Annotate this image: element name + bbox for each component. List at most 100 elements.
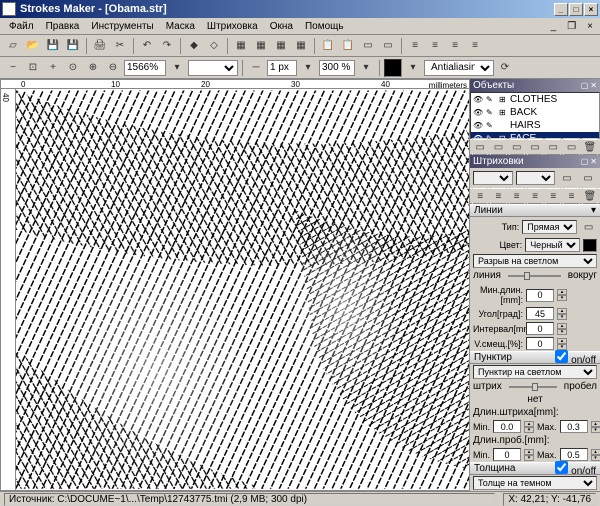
layer-row[interactable]: 👁✎HAIRS	[471, 119, 599, 132]
panel-close-icon[interactable]: ✕	[590, 81, 597, 90]
thick-select[interactable]: Толще на темном	[473, 476, 597, 490]
expand-icon[interactable]: ⊞	[499, 95, 507, 104]
stroke-sel2[interactable]	[516, 171, 556, 185]
hatch4-icon[interactable]: ≡	[466, 37, 484, 55]
layer-row[interactable]: 👁✎⊞CLOTHES	[471, 93, 599, 106]
lock-icon[interactable]: ✎	[486, 95, 496, 104]
tool2-icon[interactable]: ◇	[205, 37, 223, 55]
zoom-area-icon[interactable]: ⊖	[104, 59, 122, 77]
color-select[interactable]: Черный	[525, 238, 580, 252]
swatch-drop-icon[interactable]: ▾	[404, 59, 422, 77]
stroke-save-icon[interactable]: ▭	[579, 169, 597, 187]
tool-icon[interactable]: ◆	[185, 37, 203, 55]
obj-btn6-icon[interactable]: ▭	[563, 138, 579, 156]
str-btn-icon[interactable]: ≡	[563, 187, 579, 205]
layer3-icon[interactable]: ▦	[272, 37, 290, 55]
collapse-icon[interactable]: ▾	[591, 205, 596, 216]
dash-min-input[interactable]	[493, 420, 521, 433]
mdi-restore-button[interactable]: ❐	[562, 20, 581, 33]
minlen-input[interactable]	[526, 289, 554, 302]
layer1-icon[interactable]: ▦	[232, 37, 250, 55]
layer-list[interactable]: 👁✎⊞CLOTHES👁✎⊞BACK👁✎HAIRS👁✎⊟FACE👁✎Плоскос…	[470, 92, 600, 139]
save-as-icon[interactable]: 💾	[64, 37, 82, 55]
mask1-icon[interactable]: ▭	[359, 37, 377, 55]
type-select[interactable]: Прямая	[522, 220, 577, 234]
menu-file[interactable]: Файл	[4, 20, 39, 33]
onoff-checkbox[interactable]	[555, 461, 568, 474]
paste-icon[interactable]: 📋	[339, 37, 357, 55]
spin-down-icon[interactable]: ▾	[524, 427, 534, 433]
angle-input[interactable]	[526, 307, 554, 320]
spin-down-icon[interactable]: ▾	[557, 329, 567, 335]
menu-hatch[interactable]: Штриховка	[202, 20, 263, 33]
panel-close-icon[interactable]: ✕	[590, 157, 597, 166]
lock-icon[interactable]: ✎	[486, 121, 496, 130]
obj-btn1-icon[interactable]: ▭	[472, 138, 488, 156]
obj-btn3-icon[interactable]: ▭	[509, 138, 525, 156]
copy-icon[interactable]: 📋	[319, 37, 337, 55]
minimize-button[interactable]: _	[554, 3, 568, 16]
obj-btn5-icon[interactable]: ▭	[545, 138, 561, 156]
panel-collapse-icon[interactable]: ▢	[581, 81, 589, 90]
layer-row[interactable]: 👁✎⊞BACK	[471, 106, 599, 119]
stroke-load-icon[interactable]: ▭	[558, 169, 576, 187]
save-icon[interactable]: 💾	[44, 37, 62, 55]
pct-input[interactable]	[319, 60, 355, 76]
obj-del-icon[interactable]: 🗑	[582, 138, 598, 156]
break-select[interactable]: Разрыв на светлом	[473, 254, 597, 268]
spin-down-icon[interactable]: ▾	[557, 314, 567, 320]
preset-select[interactable]	[188, 60, 238, 76]
zoom-in-icon[interactable]: +	[44, 59, 62, 77]
menu-tools[interactable]: Инструменты	[86, 20, 158, 33]
cut-icon[interactable]: ✂	[111, 37, 129, 55]
menu-help[interactable]: Помощь	[300, 20, 349, 33]
print-icon[interactable]: 🖨	[91, 37, 109, 55]
refresh-icon[interactable]: ⟳	[496, 59, 514, 77]
zoom-out-icon[interactable]: −	[4, 59, 22, 77]
canvas[interactable]	[16, 89, 469, 490]
mdi-close-button[interactable]: ×	[582, 20, 598, 33]
aa-select[interactable]: Antialiasing	[424, 60, 494, 76]
str-btn-icon[interactable]: ≡	[472, 187, 488, 205]
color-swatch-icon[interactable]	[384, 59, 402, 77]
zoom-dropdown-icon[interactable]: ▾	[168, 59, 186, 77]
lock-icon[interactable]: ✎	[486, 108, 496, 117]
panel-collapse-icon[interactable]: ▢	[581, 157, 589, 166]
stroke-sel1[interactable]	[473, 171, 513, 185]
line-icon[interactable]: ─	[247, 59, 265, 77]
interval-input[interactable]	[526, 322, 554, 335]
mask2-icon[interactable]: ▭	[379, 37, 397, 55]
menu-mask[interactable]: Маска	[161, 20, 200, 33]
spin-down-icon[interactable]: ▾	[591, 427, 600, 433]
obj-btn4-icon[interactable]: ▭	[527, 138, 543, 156]
hatch3-icon[interactable]: ≡	[446, 37, 464, 55]
expand-icon[interactable]: ⊞	[499, 108, 507, 117]
menu-edit[interactable]: Правка	[41, 20, 85, 33]
open-icon[interactable]: 📂	[24, 37, 42, 55]
spin-down-icon[interactable]: ▾	[557, 295, 567, 301]
mdi-minimize-button[interactable]: _	[546, 20, 562, 33]
dash-max-input[interactable]	[560, 420, 588, 433]
str-btn-icon[interactable]: ≡	[527, 187, 543, 205]
redo-icon[interactable]: ↷	[158, 37, 176, 55]
hatch1-icon[interactable]: ≡	[406, 37, 424, 55]
new-icon[interactable]: ▱	[4, 37, 22, 55]
onoff-checkbox[interactable]	[555, 350, 568, 363]
menu-windows[interactable]: Окна	[265, 20, 298, 33]
zoom-100-icon[interactable]: ⊙	[64, 59, 82, 77]
pct-dropdown-icon[interactable]: ▾	[357, 59, 375, 77]
obj-btn2-icon[interactable]: ▭	[490, 138, 506, 156]
str-btn-icon[interactable]: ≡	[490, 187, 506, 205]
str-btn-icon[interactable]: ≡	[545, 187, 561, 205]
px-input[interactable]	[267, 60, 297, 76]
line-slider[interactable]	[508, 275, 561, 277]
color-swatch[interactable]	[583, 239, 597, 252]
spin-down-icon[interactable]: ▾	[524, 455, 534, 461]
dotted-select[interactable]: Пунктир на светлом	[473, 365, 597, 379]
px-dropdown-icon[interactable]: ▾	[299, 59, 317, 77]
dot-slider[interactable]	[509, 386, 557, 388]
gap-min-input[interactable]	[493, 448, 521, 461]
hatch2-icon[interactable]: ≡	[426, 37, 444, 55]
eye-icon[interactable]: 👁	[473, 95, 483, 104]
eye-icon[interactable]: 👁	[473, 108, 483, 117]
